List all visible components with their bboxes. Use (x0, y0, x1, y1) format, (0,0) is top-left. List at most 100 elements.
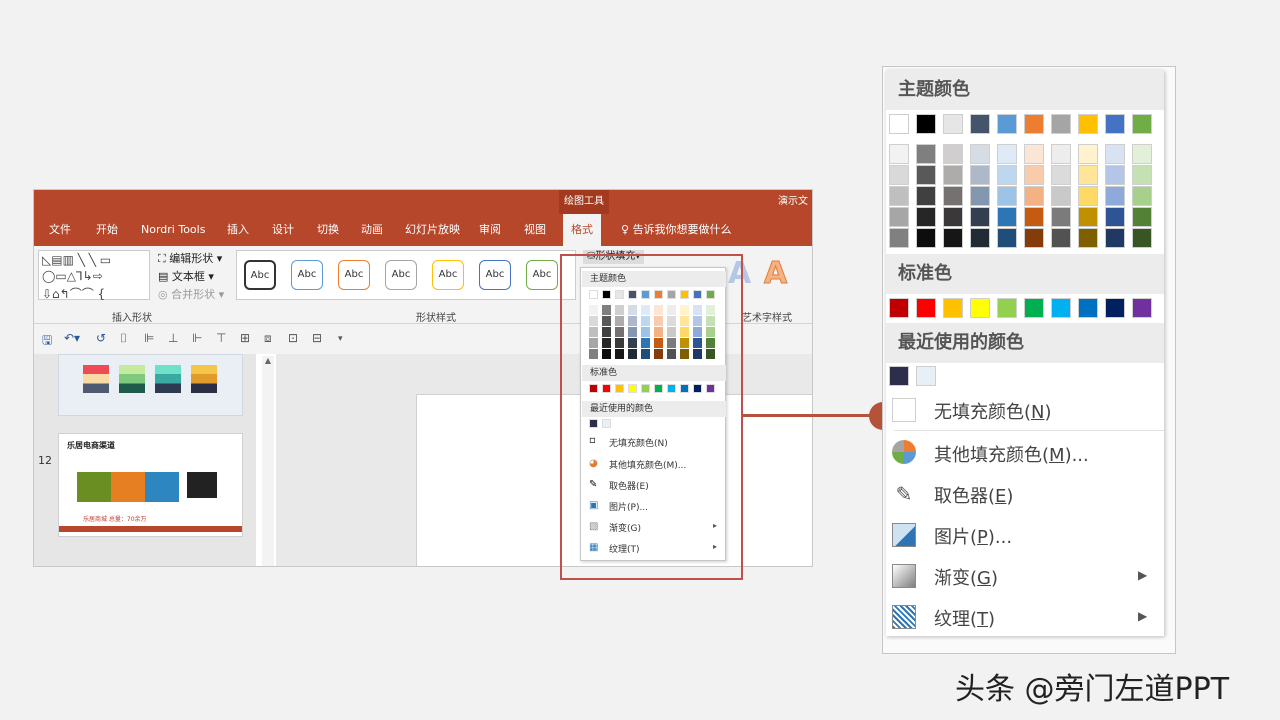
theme-shade-swatch[interactable] (1132, 228, 1152, 248)
theme-shade-swatch[interactable] (889, 144, 909, 164)
shape-gallery[interactable]: ◺▤▥ ╲ ╲ ▭ ◯▭△⅂↳⇨ ⇩⌂↰⌒⌒ { (38, 250, 150, 302)
standard-color-swatch[interactable] (1105, 298, 1125, 318)
theme-shade-swatch[interactable] (997, 144, 1017, 164)
theme-shade-swatch[interactable] (1105, 144, 1125, 164)
theme-shade-swatch[interactable] (970, 144, 990, 164)
theme-shade-swatch[interactable] (970, 228, 990, 248)
theme-shade-swatch[interactable] (970, 207, 990, 227)
theme-shade-swatch[interactable] (1132, 144, 1152, 164)
tab-animations[interactable]: 动画 (361, 214, 383, 246)
wordart-preset-orange[interactable]: A (763, 256, 787, 292)
standard-color-swatch[interactable] (1024, 298, 1044, 318)
style-preset-3[interactable]: Abc (338, 260, 370, 290)
scroll-up-icon[interactable]: ▲ (262, 356, 274, 365)
distribute-v-icon[interactable]: ⊡ (288, 331, 298, 345)
style-preset-7[interactable]: Abc (526, 260, 558, 290)
triangle-shape-icon[interactable]: ◺▤▥ ╲ ╲ ▭ (42, 253, 111, 267)
theme-color-swatch[interactable] (943, 114, 963, 134)
slide-thumbnail-11[interactable] (58, 354, 243, 416)
theme-shade-swatch[interactable] (889, 207, 909, 227)
recent-color-swatch[interactable] (916, 366, 936, 386)
theme-shade-swatch[interactable] (943, 165, 963, 185)
theme-color-swatch[interactable] (889, 114, 909, 134)
theme-shade-swatch[interactable] (997, 207, 1017, 227)
texture-item-large[interactable]: 纹理(T) (934, 605, 995, 631)
style-preset-5[interactable]: Abc (432, 260, 464, 290)
theme-shade-swatch[interactable] (1024, 228, 1044, 248)
style-preset-2[interactable]: Abc (291, 260, 323, 290)
theme-shade-swatch[interactable] (916, 144, 936, 164)
theme-shade-swatch[interactable] (889, 186, 909, 206)
theme-shade-swatch[interactable] (889, 165, 909, 185)
standard-color-swatch[interactable] (1051, 298, 1071, 318)
arrow-shape-icon[interactable]: ⇩⌂↰⌒⌒ { (42, 285, 105, 302)
no-fill-item-large[interactable]: 无填充颜色(N) (934, 398, 1052, 424)
style-preset-1[interactable]: Abc (244, 260, 276, 290)
theme-color-swatch[interactable] (1051, 114, 1071, 134)
theme-shade-swatch[interactable] (1024, 165, 1044, 185)
theme-shade-swatch[interactable] (1132, 207, 1152, 227)
customize-qat-icon[interactable]: ▾ (338, 334, 343, 344)
undo-icon[interactable]: ↶▾ (64, 331, 80, 345)
tell-me-box[interactable]: ♀ 告诉我你想要做什么 (621, 214, 732, 246)
tab-format[interactable]: 格式 (563, 214, 601, 246)
theme-color-swatch[interactable] (916, 114, 936, 134)
save-icon[interactable]: 🖫 (42, 331, 52, 352)
theme-shade-swatch[interactable] (1105, 165, 1125, 185)
theme-shade-swatch[interactable] (1051, 228, 1071, 248)
theme-shade-swatch[interactable] (1078, 207, 1098, 227)
oval-shape-icon[interactable]: ◯▭△⅂↳⇨ (42, 269, 103, 283)
style-preset-6[interactable]: Abc (479, 260, 511, 290)
distribute-h-icon[interactable]: ⧈ (264, 331, 272, 346)
align-middle-icon[interactable]: ⊞ (240, 331, 250, 345)
standard-color-swatch[interactable] (1132, 298, 1152, 318)
align-right-icon[interactable]: ⊩ (192, 331, 202, 345)
theme-color-swatch[interactable] (1078, 114, 1098, 134)
theme-color-swatch[interactable] (1105, 114, 1125, 134)
theme-shade-swatch[interactable] (1132, 165, 1152, 185)
theme-shade-swatch[interactable] (997, 186, 1017, 206)
edit-shape-button[interactable]: ⛶ 编辑形状 ▾ (158, 250, 222, 266)
align-left-icon[interactable]: ⊫ (144, 331, 154, 345)
theme-shade-swatch[interactable] (943, 207, 963, 227)
picture-item-large[interactable]: 图片(P)... (934, 523, 1012, 549)
standard-color-swatch[interactable] (997, 298, 1017, 318)
theme-shade-swatch[interactable] (1051, 186, 1071, 206)
theme-shade-swatch[interactable] (1051, 144, 1071, 164)
theme-shade-swatch[interactable] (1078, 144, 1098, 164)
theme-shade-swatch[interactable] (970, 165, 990, 185)
theme-shade-swatch[interactable] (1078, 165, 1098, 185)
theme-color-swatch[interactable] (1024, 114, 1044, 134)
theme-shade-swatch[interactable] (916, 228, 936, 248)
text-box-button[interactable]: ▤ 文本框 ▾ (158, 268, 214, 284)
theme-shade-swatch[interactable] (970, 186, 990, 206)
align-top-icon[interactable]: ⊤ (216, 331, 226, 345)
theme-shade-swatch[interactable] (1024, 207, 1044, 227)
more-fill-colors-item-large[interactable]: 其他填充颜色(M)... (934, 441, 1089, 467)
group-icon[interactable]: ⊟ (312, 331, 322, 345)
format-painter-icon[interactable]: ⌷ (120, 331, 127, 346)
theme-shade-swatch[interactable] (916, 207, 936, 227)
theme-shade-swatch[interactable] (1078, 186, 1098, 206)
tab-file[interactable]: 文件 (49, 214, 71, 246)
slide-thumbnail-12[interactable]: 乐居电商渠道 乐居商城 总量：70余万 (58, 433, 243, 537)
standard-color-swatch[interactable] (916, 298, 936, 318)
theme-color-swatch[interactable] (997, 114, 1017, 134)
theme-shade-swatch[interactable] (943, 186, 963, 206)
tab-nordri-tools[interactable]: Nordri Tools (141, 214, 205, 246)
theme-shade-swatch[interactable] (1051, 165, 1071, 185)
tab-view[interactable]: 视图 (524, 214, 546, 246)
theme-shade-swatch[interactable] (1105, 228, 1125, 248)
standard-color-swatch[interactable] (970, 298, 990, 318)
theme-shade-swatch[interactable] (1132, 186, 1152, 206)
theme-shade-swatch[interactable] (1051, 207, 1071, 227)
standard-color-swatch[interactable] (1078, 298, 1098, 318)
theme-shade-swatch[interactable] (1078, 228, 1098, 248)
theme-shade-swatch[interactable] (1024, 144, 1044, 164)
theme-shade-swatch[interactable] (889, 228, 909, 248)
thumbnail-scrollbar[interactable]: ▲ (262, 356, 274, 566)
tab-review[interactable]: 审阅 (479, 214, 501, 246)
theme-shade-swatch[interactable] (997, 228, 1017, 248)
tab-slideshow[interactable]: 幻灯片放映 (405, 214, 460, 246)
standard-color-swatch[interactable] (889, 298, 909, 318)
